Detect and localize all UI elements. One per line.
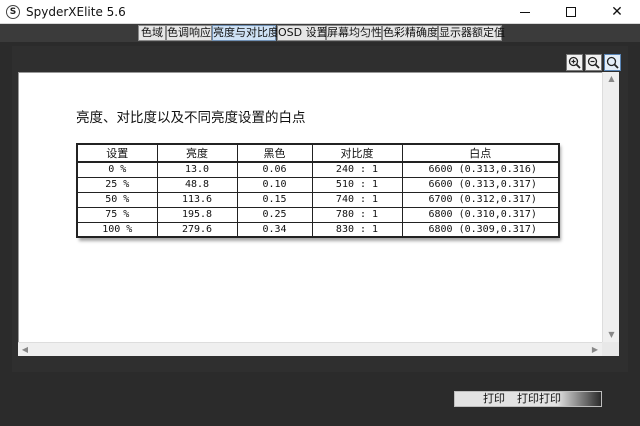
cell-black: 0.25 xyxy=(236,206,313,223)
tab-osd-settings[interactable]: OSD 设置 xyxy=(277,25,328,41)
cell-brightness: 195.8 xyxy=(156,206,238,223)
zoom-in-icon xyxy=(568,56,581,69)
cell-black: 0.34 xyxy=(236,221,313,238)
cell-white-point: 6600 (0.313,0.316) xyxy=(401,161,560,178)
print-preview-button[interactable]: 打印打印 xyxy=(517,392,561,406)
table-row: 25 % 48.8 0.10 510 : 1 6600 (0.313,0.317… xyxy=(76,176,560,193)
table-header-row: 设置 亮度 黑色 对比度 白点 xyxy=(76,143,560,163)
column-header-contrast: 对比度 xyxy=(311,143,403,163)
cell-contrast: 830 : 1 xyxy=(311,221,403,238)
cell-white-point: 6800 (0.310,0.317) xyxy=(401,206,560,223)
column-header-brightness: 亮度 xyxy=(156,143,238,163)
cell-brightness: 113.6 xyxy=(156,191,238,208)
zoom-fit-button[interactable] xyxy=(604,54,621,71)
cell-contrast: 510 : 1 xyxy=(311,176,403,193)
tab-screen-uniformity[interactable]: 屏幕均匀性 xyxy=(326,25,382,41)
scroll-left-icon[interactable]: ◀ xyxy=(18,343,32,357)
cell-black: 0.10 xyxy=(236,176,313,193)
column-header-setting: 设置 xyxy=(76,143,158,163)
cell-white-point: 6700 (0.312,0.317) xyxy=(401,191,560,208)
minimize-icon xyxy=(520,11,530,13)
vertical-scrollbar[interactable]: ▲ ▼ xyxy=(602,72,619,356)
cell-setting: 100 % xyxy=(76,221,158,238)
table-row: 75 % 195.8 0.25 780 : 1 6800 (0.310,0.31… xyxy=(76,206,560,223)
table-row: 0 % 13.0 0.06 240 : 1 6600 (0.313,0.316) xyxy=(76,161,560,178)
cell-contrast: 240 : 1 xyxy=(311,161,403,178)
cell-black: 0.06 xyxy=(236,161,313,178)
cell-setting: 75 % xyxy=(76,206,158,223)
zoom-out-icon xyxy=(587,56,600,69)
cell-setting: 50 % xyxy=(76,191,158,208)
cell-white-point: 6800 (0.309,0.317) xyxy=(401,221,560,238)
scroll-down-icon[interactable]: ▼ xyxy=(603,328,620,342)
zoom-fit-icon xyxy=(606,56,619,69)
horizontal-scrollbar[interactable]: ◀ ▶ xyxy=(18,342,602,356)
column-header-black: 黑色 xyxy=(236,143,313,163)
window-title: SpyderXElite 5.6 xyxy=(26,5,126,19)
app-logo-icon: S xyxy=(6,5,20,19)
tab-brightness-contrast[interactable]: 亮度与对比度 xyxy=(212,25,279,41)
cell-brightness: 279.6 xyxy=(156,221,238,238)
scroll-up-icon[interactable]: ▲ xyxy=(603,72,620,86)
title-bar: S SpyderXElite 5.6 ✕ xyxy=(0,0,640,24)
report-title: 亮度、对比度以及不同亮度设置的白点 xyxy=(76,110,306,126)
maximize-icon xyxy=(566,7,576,17)
tab-color-accuracy[interactable]: 色彩精确度 xyxy=(382,25,438,41)
table-row: 100 % 279.6 0.34 830 : 1 6800 (0.309,0.3… xyxy=(76,221,560,238)
cell-contrast: 740 : 1 xyxy=(311,191,403,208)
print-toolbar: 打印 打印打印 xyxy=(454,391,602,407)
brightness-table-container: 设置 亮度 黑色 对比度 白点 0 % 13.0 0.06 240 : 1 66… xyxy=(76,143,560,238)
brightness-table: 设置 亮度 黑色 对比度 白点 0 % 13.0 0.06 240 : 1 66… xyxy=(76,143,560,238)
cell-brightness: 48.8 xyxy=(156,176,238,193)
tab-strip: 色域 色调响应 亮度与对比度 OSD 设置 屏幕均匀性 色彩精确度 显示器额定值 xyxy=(0,24,640,42)
scroll-corner xyxy=(602,342,619,356)
table-row: 50 % 113.6 0.15 740 : 1 6700 (0.312,0.31… xyxy=(76,191,560,208)
zoom-out-button[interactable] xyxy=(585,54,602,71)
cell-brightness: 13.0 xyxy=(156,161,238,178)
cell-black: 0.15 xyxy=(236,191,313,208)
close-icon: ✕ xyxy=(611,4,623,20)
maximize-button[interactable] xyxy=(548,0,594,24)
close-button[interactable]: ✕ xyxy=(594,0,640,24)
cell-setting: 0 % xyxy=(76,161,158,178)
tab-gamut[interactable]: 色域 xyxy=(138,25,166,41)
zoom-in-button[interactable] xyxy=(566,54,583,71)
cell-contrast: 780 : 1 xyxy=(311,206,403,223)
print-button[interactable]: 打印 xyxy=(483,392,505,406)
tab-tone-response[interactable]: 色调响应 xyxy=(166,25,212,41)
cell-white-point: 6600 (0.313,0.317) xyxy=(401,176,560,193)
cell-setting: 25 % xyxy=(76,176,158,193)
column-header-white-point: 白点 xyxy=(401,143,560,163)
minimize-button[interactable] xyxy=(502,0,548,24)
tab-display-rating[interactable]: 显示器额定值 xyxy=(438,25,505,41)
scroll-right-icon[interactable]: ▶ xyxy=(588,343,602,357)
